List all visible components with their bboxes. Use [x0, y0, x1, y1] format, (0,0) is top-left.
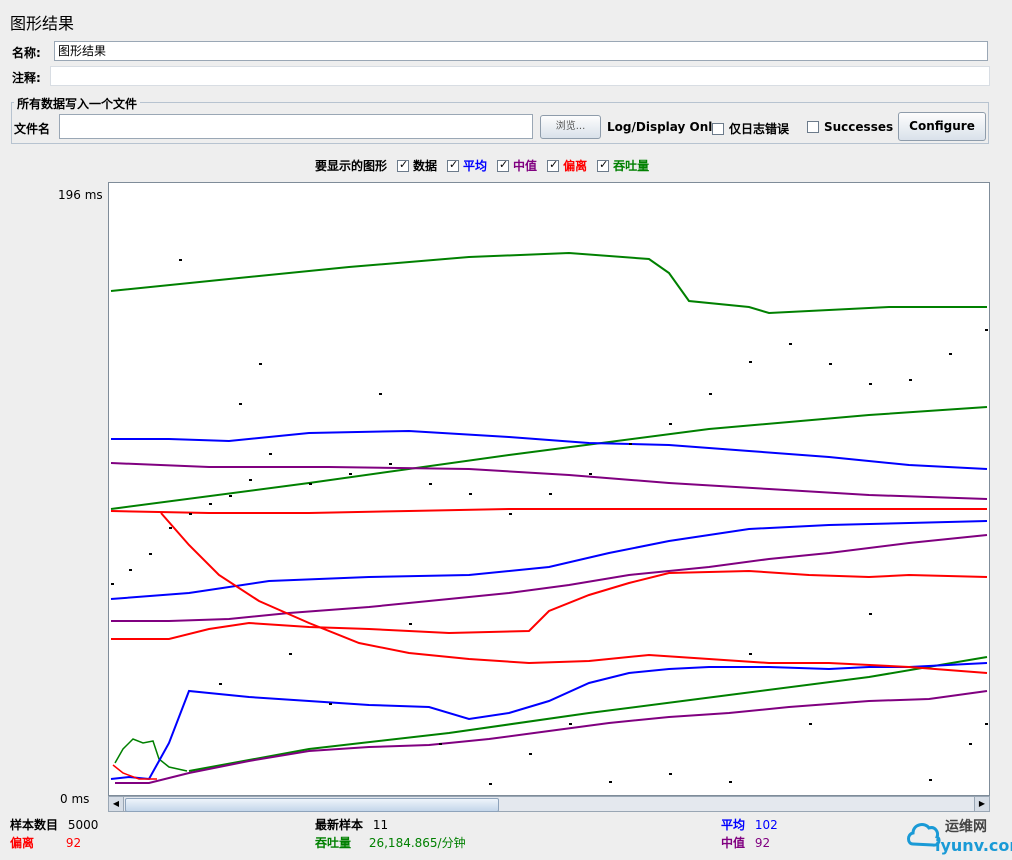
file-name-label: 文件名	[14, 122, 51, 136]
name-label: 名称:	[12, 46, 41, 60]
configure-button[interactable]: Configure	[898, 112, 986, 141]
graph-plot	[110, 251, 988, 785]
stat-median-value: 92	[754, 836, 771, 850]
throughput-line	[114, 738, 188, 772]
stat-average: 平均 102	[721, 816, 778, 833]
deviation-line	[111, 569, 988, 640]
toggle-throughput[interactable]: 吞吐量	[597, 157, 649, 174]
comment-field[interactable]	[50, 66, 990, 86]
y-axis-min-label: 0 ms	[60, 792, 90, 806]
errors-only-label: 仅日志错误	[729, 122, 790, 136]
toggle-median-checkbox[interactable]	[497, 158, 510, 172]
toggle-data[interactable]: 数据	[397, 157, 437, 174]
scroll-right-arrow-icon[interactable]: ▶	[974, 797, 989, 811]
toggle-median[interactable]: 中值	[497, 157, 537, 174]
errors-only-checkbox[interactable]	[712, 122, 724, 135]
page-title: 图形结果	[10, 14, 75, 33]
stat-median-label: 中值	[721, 836, 746, 850]
stat-latest-value: 11	[372, 818, 389, 832]
browse-button[interactable]: 浏览...	[540, 115, 601, 139]
deviation-line	[160, 512, 988, 674]
toggle-average[interactable]: 平均	[447, 157, 487, 174]
data-points	[111, 259, 988, 785]
graph-panel	[108, 182, 990, 796]
deviation-line	[110, 508, 987, 514]
toggle-median-label: 中值	[513, 159, 538, 173]
stat-deviation-value: 92	[65, 836, 82, 850]
throughput-line	[188, 656, 988, 772]
watermark-text-bottom: iyunv.com	[935, 836, 1012, 855]
stat-throughput-value: 26,184.865/分钟	[368, 836, 466, 850]
graph-scrollbar[interactable]: ◀ ▶	[108, 796, 990, 812]
errors-only-toggle[interactable]: 仅日志错误	[712, 120, 789, 137]
stat-average-label: 平均	[721, 818, 746, 832]
toggle-deviation-checkbox[interactable]	[547, 158, 560, 172]
scrollbar-thumb[interactable]	[125, 798, 499, 812]
toggle-throughput-checkbox[interactable]	[597, 158, 610, 172]
median-line	[115, 690, 988, 784]
stat-deviation-label: 偏离	[10, 836, 35, 850]
file-group-title: 所有数据写入一个文件	[14, 95, 141, 112]
stat-throughput-label: 吞吐量	[315, 836, 352, 850]
stat-latest-label: 最新样本	[315, 818, 364, 832]
toggle-data-checkbox[interactable]	[397, 158, 410, 172]
successes-toggle[interactable]: Successes	[807, 120, 893, 134]
toggle-data-label: 数据	[413, 159, 438, 173]
y-axis-max-label: 196 ms	[58, 188, 103, 202]
stat-samples: 样本数目 5000	[10, 816, 98, 833]
stat-latest: 最新样本 11	[315, 816, 388, 833]
stat-median: 中值 92	[721, 834, 770, 851]
watermark-text-top: 运维网	[945, 819, 987, 835]
toggle-average-label: 平均	[463, 159, 488, 173]
toggle-average-checkbox[interactable]	[447, 158, 460, 172]
comment-label: 注释:	[12, 71, 41, 85]
successes-label: Successes	[824, 120, 894, 134]
watermark-logo: 运维网 iyunv.com	[905, 812, 1012, 858]
graph-toggle-bar: 要显示的图形 数据 平均 中值 偏离 吞吐量	[315, 157, 649, 174]
stat-average-value: 102	[754, 818, 778, 832]
stat-samples-value: 5000	[67, 818, 99, 832]
toggle-throughput-label: 吞吐量	[613, 159, 650, 173]
scroll-left-arrow-icon[interactable]: ◀	[109, 797, 124, 811]
graph-toggle-label: 要显示的图形	[315, 159, 388, 173]
successes-checkbox[interactable]	[807, 121, 819, 133]
stat-samples-label: 样本数目	[10, 818, 59, 832]
log-display-label: Log/Display Only:	[607, 120, 725, 134]
median-line	[111, 534, 988, 622]
name-field[interactable]: 图形结果	[54, 41, 988, 61]
toggle-deviation-label: 偏离	[563, 159, 588, 173]
stat-deviation: 偏离 92	[10, 834, 81, 851]
file-name-input[interactable]	[59, 114, 533, 139]
stat-throughput: 吞吐量 26,184.865/分钟	[315, 834, 466, 851]
toggle-deviation[interactable]: 偏离	[547, 157, 587, 174]
throughput-line	[110, 251, 987, 315]
